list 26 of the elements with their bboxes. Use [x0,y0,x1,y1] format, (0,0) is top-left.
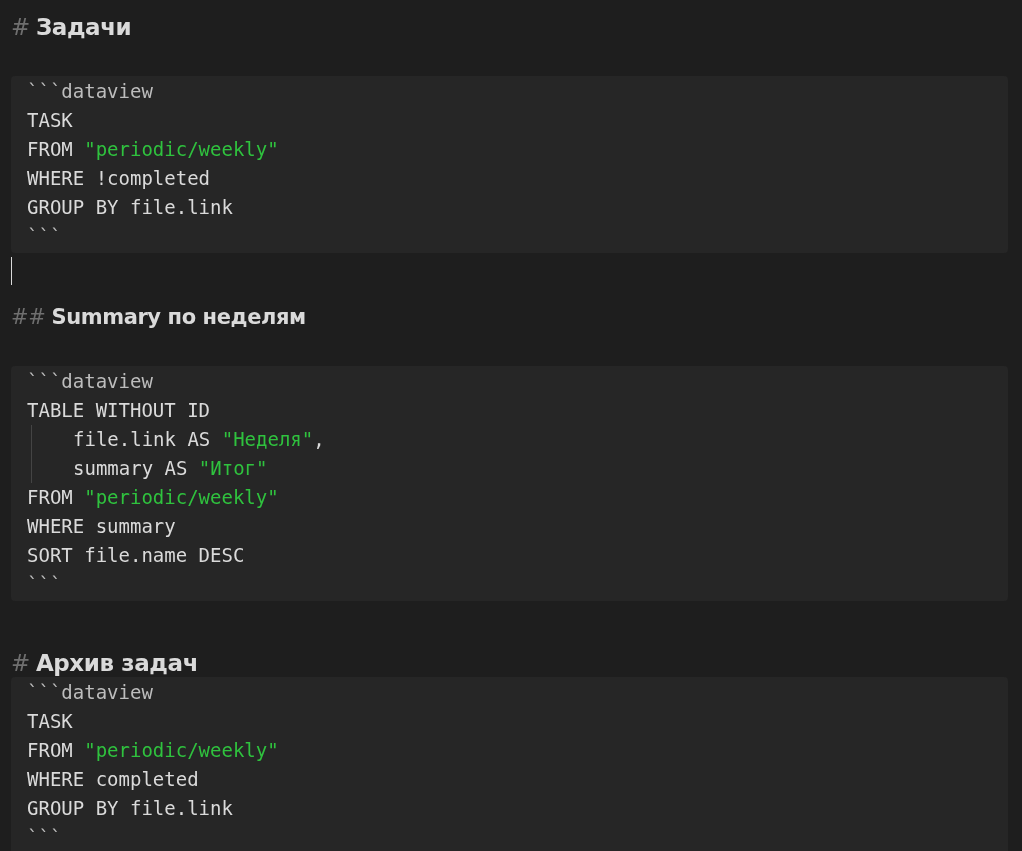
heading: Архив задач [35,650,199,676]
code-line: ```dataview [27,680,154,705]
heading-marker: # [11,14,30,40]
heading-marker: ## [11,305,46,329]
code-line: FROM "periodic/weekly" [27,738,280,763]
code-line: ``` [27,224,63,249]
code-line: WHERE completed [27,767,200,792]
code-line: WHERE summary [27,514,177,539]
code-line: WHERE !completed [27,166,212,191]
heading: Задачи [35,14,132,40]
code-line: FROM "periodic/weekly" [27,485,280,510]
code-line: GROUP BY file.link [27,195,234,220]
code-line: FROM "periodic/weekly" [27,137,280,162]
code-line: TABLE WITHOUT ID [27,398,212,423]
code-line: ``` [27,825,63,850]
code-line: GROUP BY file.link [27,796,234,821]
code-line: ``` [27,572,63,597]
code-line: TASK [27,709,74,734]
code-line: ```dataview [27,79,154,104]
heading: Summary по неделям [51,305,306,329]
code-line: SORT file.name DESC [27,543,246,568]
code-line: summary AS "Итог" [31,454,1008,483]
code-line: TASK [27,108,74,133]
code-line: ```dataview [27,369,154,394]
code-line: file.link AS "Неделя", [31,425,1008,454]
heading-marker: # [11,650,30,676]
